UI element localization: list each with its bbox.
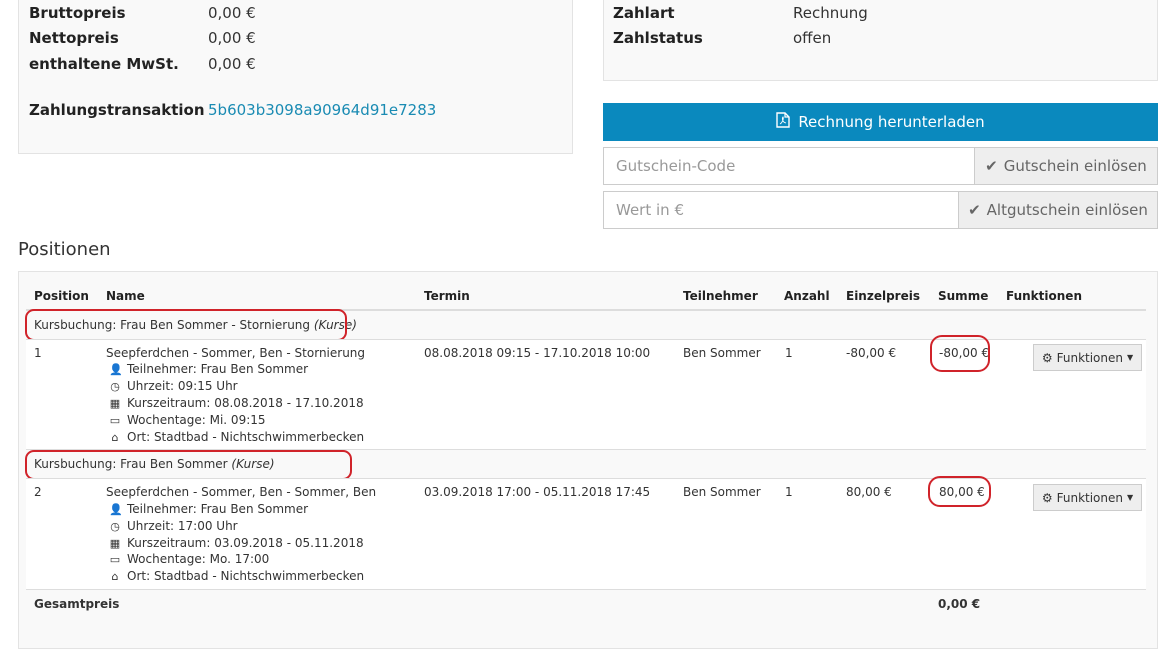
group-highlight — [25, 450, 352, 480]
detail-uhrzeit: ◷ Uhrzeit: 17:00 Uhr — [110, 519, 238, 533]
anzahl-value: 1 — [785, 346, 793, 360]
termin-link[interactable]: 08.08.2018 09:15 - 17.10.2018 10:00 — [424, 346, 650, 360]
position-number: 2 — [34, 485, 42, 499]
home-icon: ⌂ — [111, 430, 119, 444]
mwst-label: enthaltene MwSt. — [29, 55, 179, 73]
old-voucher-value-input[interactable]: Wert in € — [603, 191, 960, 229]
teilnehmer-link[interactable]: Ben Sommer — [683, 485, 761, 499]
user-icon: 👤 — [109, 362, 123, 376]
detail-wochentage: ▭ Wochentage: Mi. 09:15 — [109, 413, 266, 427]
transaktion-link[interactable]: 5b603b3098a90964d91e7283 — [208, 101, 436, 119]
zahlart-label: Zahlart — [613, 4, 675, 22]
redeem-old-voucher-label: Altgutschein einlösen — [986, 201, 1148, 219]
header-position: Position — [34, 289, 89, 303]
detail-kurszeitraum: ▦ Kurszeitraum: 03.09.2018 - 05.11.2018 — [109, 536, 364, 550]
gear-icon: ⚙ — [1041, 490, 1053, 505]
redeem-old-voucher-button[interactable]: ✔ Altgutschein einlösen — [958, 191, 1158, 229]
voucher-code-input[interactable]: Gutschein-Code — [603, 147, 976, 185]
header-funktionen: Funktionen — [1006, 289, 1082, 303]
zahlstatus-value: offen — [793, 29, 832, 47]
transaktion-label: Zahlungstransaktion — [29, 101, 205, 119]
bruttopreis-value: 0,00 € — [208, 4, 256, 22]
header-einzelpreis: Einzelpreis — [846, 289, 920, 303]
teilnehmer-link[interactable]: Ben Sommer — [683, 346, 761, 360]
gear-icon: ⚙ — [1041, 350, 1053, 365]
clock-icon: ◷ — [110, 379, 120, 393]
group-highlight — [25, 309, 347, 341]
detail-wochentage: ▭ Wochentage: Mo. 17:00 — [109, 552, 270, 566]
check-icon: ✔ — [968, 201, 981, 219]
mwst-value: 0,00 € — [208, 55, 256, 73]
total-label: Gesamtpreis — [34, 597, 120, 611]
functions-dropdown-button[interactable]: ⚙ Funktionen ▼ — [1033, 344, 1142, 371]
item-name: Seepferdchen - Sommer, Ben - Sommer, Ben — [106, 485, 377, 499]
einzelpreis-value: -80,00 € — [846, 346, 897, 360]
header-name: Name — [106, 289, 145, 303]
header-teilnehmer: Teilnehmer — [683, 289, 758, 303]
positions-heading: Positionen — [18, 239, 111, 260]
row-divider — [26, 589, 1146, 590]
detail-ort: ⌂ Ort: Stadtbad - Nichtschwimmerbecken — [109, 569, 365, 583]
download-invoice-button[interactable]: Rechnung herunterladen — [603, 103, 1158, 141]
nettopreis-label: Nettopreis — [29, 29, 119, 47]
calendar-empty-icon: ▭ — [109, 413, 121, 427]
redeem-voucher-button[interactable]: ✔ Gutschein einlösen — [974, 147, 1158, 185]
check-icon: ✔ — [985, 157, 998, 175]
detail-teilnehmer: 👤 Teilnehmer: Frau Ben Sommer — [109, 502, 309, 516]
redeem-voucher-label: Gutschein einlösen — [1003, 157, 1147, 175]
bruttopreis-label: Bruttopreis — [29, 4, 126, 22]
position-number: 1 — [34, 346, 42, 360]
caret-down-icon: ▼ — [1127, 493, 1134, 502]
termin-link[interactable]: 03.09.2018 17:00 - 05.11.2018 17:45 — [424, 485, 650, 499]
price-summary-panel — [18, 0, 573, 154]
home-icon: ⌂ — [111, 569, 119, 583]
download-invoice-label: Rechnung herunterladen — [798, 113, 985, 131]
functions-dropdown-button[interactable]: ⚙ Funktionen ▼ — [1033, 484, 1142, 511]
file-pdf-icon — [776, 112, 791, 132]
detail-kurszeitraum: ▦ Kurszeitraum: 08.08.2018 - 17.10.2018 — [109, 396, 364, 410]
detail-ort: ⌂ Ort: Stadtbad - Nichtschwimmerbecken — [109, 430, 365, 444]
caret-down-icon: ▼ — [1127, 353, 1134, 362]
calendar-icon: ▦ — [109, 396, 121, 410]
header-summe: Summe — [938, 289, 989, 303]
header-termin: Termin — [424, 289, 470, 303]
detail-teilnehmer: 👤 Teilnehmer: Frau Ben Sommer — [109, 362, 309, 376]
calendar-icon: ▦ — [109, 536, 121, 550]
clock-icon: ◷ — [110, 519, 120, 533]
total-value: 0,00 € — [938, 597, 981, 611]
zahlstatus-label: Zahlstatus — [613, 29, 703, 47]
zahlart-value: Rechnung — [793, 4, 868, 22]
user-icon: 👤 — [109, 502, 123, 516]
item-name: Seepferdchen - Sommer, Ben - Stornierung — [106, 346, 366, 360]
einzelpreis-value: 80,00 € — [846, 485, 892, 499]
detail-uhrzeit: ◷ Uhrzeit: 09:15 Uhr — [110, 379, 238, 393]
header-anzahl: Anzahl — [784, 289, 830, 303]
summe-highlight — [928, 476, 991, 507]
anzahl-value: 1 — [785, 485, 793, 499]
calendar-empty-icon: ▭ — [109, 552, 121, 566]
nettopreis-value: 0,00 € — [208, 29, 256, 47]
summe-highlight — [930, 335, 990, 372]
